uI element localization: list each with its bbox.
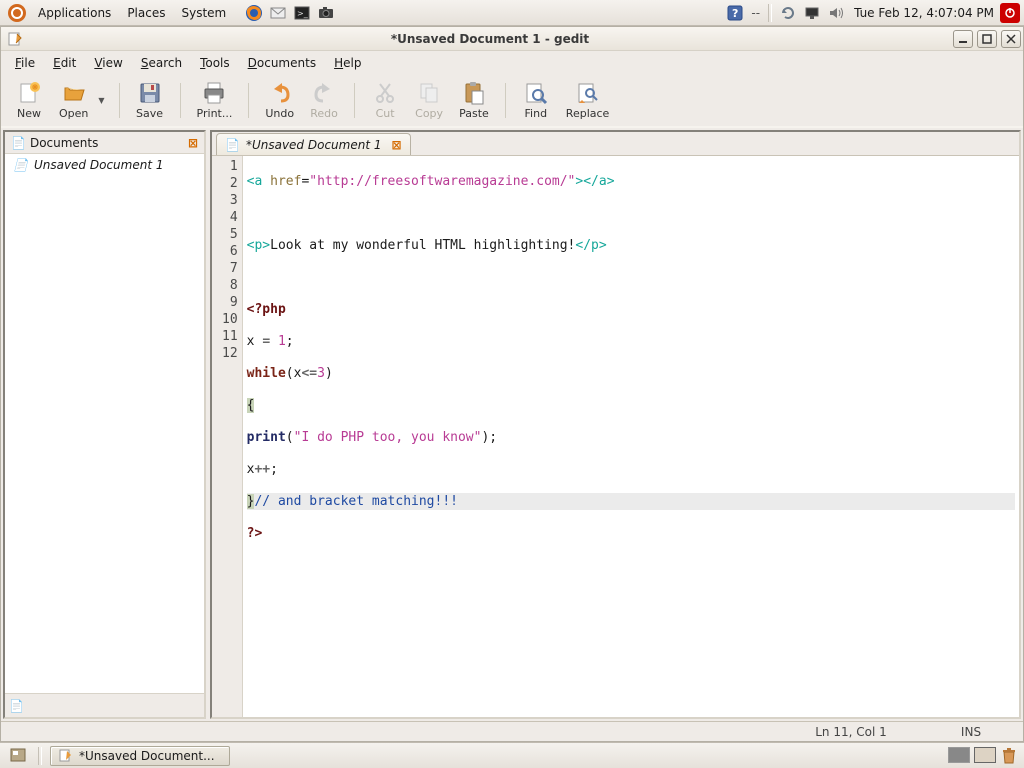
print-button[interactable]: Print...: [191, 79, 239, 122]
task-app-icon: [59, 749, 73, 763]
bottom-panel: *Unsaved Document...: [0, 742, 1024, 768]
refresh-icon[interactable]: [777, 2, 799, 24]
svg-text:?: ?: [732, 7, 738, 20]
places-menu[interactable]: Places: [119, 6, 173, 20]
line-gutter: 123 456 789 101112: [212, 156, 243, 717]
document-icon: 📄: [13, 158, 28, 172]
camera-icon[interactable]: [315, 2, 337, 24]
ubuntu-logo-icon: [8, 4, 26, 22]
workspace-2[interactable]: [974, 747, 996, 763]
power-button[interactable]: [1000, 3, 1020, 23]
paste-button[interactable]: Paste: [453, 79, 495, 122]
find-button[interactable]: Find: [516, 79, 556, 122]
document-item[interactable]: 📄 Unsaved Document 1: [5, 154, 204, 176]
firefox-icon[interactable]: [243, 2, 265, 24]
menu-search[interactable]: Search: [133, 53, 190, 73]
titlebar: *Unsaved Document 1 - gedit: [1, 27, 1023, 51]
main-area: 📄 Documents ⊠ 📄 Unsaved Document 1 📄 📄: [1, 126, 1023, 721]
editor-tab[interactable]: 📄 *Unsaved Document 1 ⊠: [216, 133, 411, 155]
insert-mode[interactable]: INS: [931, 725, 1011, 739]
help-icon[interactable]: ?: [724, 2, 746, 24]
undo-button[interactable]: Undo: [259, 79, 300, 122]
menu-view[interactable]: View: [86, 53, 130, 73]
side-panel-bottom: 📄: [5, 693, 204, 717]
volume-icon[interactable]: [825, 2, 847, 24]
side-panel: 📄 Documents ⊠ 📄 Unsaved Document 1 📄: [3, 130, 206, 719]
menu-help[interactable]: Help: [326, 53, 369, 73]
menu-edit[interactable]: Edit: [45, 53, 84, 73]
gedit-window: *Unsaved Document 1 - gedit File Edit Vi…: [0, 26, 1024, 742]
taskbar-item-gedit[interactable]: *Unsaved Document...: [50, 746, 230, 766]
trash-icon[interactable]: [1000, 747, 1018, 765]
svg-text:>_: >_: [297, 9, 309, 18]
terminal-icon[interactable]: >_: [291, 2, 313, 24]
applications-menu[interactable]: Applications: [30, 6, 119, 20]
code-editor[interactable]: 123 456 789 101112 <a href="http://frees…: [212, 156, 1019, 717]
replace-button[interactable]: Replace: [560, 79, 616, 122]
clock[interactable]: Tue Feb 12, 4:07:04 PM: [848, 6, 1000, 20]
open-button[interactable]: Open: [53, 79, 94, 122]
save-button[interactable]: Save: [130, 79, 170, 122]
statusbar: Ln 11, Col 1 INS: [1, 721, 1023, 741]
code-content[interactable]: <a href="http://freesoftwaremagazine.com…: [243, 156, 1019, 717]
window-title: *Unsaved Document 1 - gedit: [29, 32, 951, 46]
open-dropdown[interactable]: ▼: [94, 96, 108, 105]
workspace-1[interactable]: [948, 747, 970, 763]
battery-indicator: --: [747, 6, 764, 20]
close-button[interactable]: [1001, 30, 1021, 48]
top-panel: Applications Places System >_ ? -- Tue F…: [0, 0, 1024, 26]
system-menu[interactable]: System: [173, 6, 234, 20]
app-icon: [7, 31, 23, 47]
side-panel-close[interactable]: ⊠: [188, 136, 198, 150]
menu-tools[interactable]: Tools: [192, 53, 238, 73]
toolbar: New Open ▼ Save Print... Undo Redo Cut C…: [1, 75, 1023, 126]
menu-documents[interactable]: Documents: [240, 53, 324, 73]
tab-close-button[interactable]: ⊠: [391, 138, 401, 152]
task-label: *Unsaved Document...: [79, 749, 215, 763]
documents-icon: 📄: [11, 136, 26, 150]
monitor-icon[interactable]: [801, 2, 823, 24]
minimize-button[interactable]: [953, 30, 973, 48]
cursor-position: Ln 11, Col 1: [811, 725, 891, 739]
cut-button[interactable]: Cut: [365, 79, 405, 122]
document-item-label: Unsaved Document 1: [34, 158, 164, 172]
tab-title: *Unsaved Document 1: [246, 138, 382, 152]
copy-button[interactable]: Copy: [409, 79, 449, 122]
mail-icon[interactable]: [267, 2, 289, 24]
tab-doc-icon: 📄: [225, 138, 240, 152]
tab-bar: 📄 *Unsaved Document 1 ⊠: [212, 132, 1019, 156]
side-panel-title: Documents: [30, 136, 188, 150]
editor-area: 📄 *Unsaved Document 1 ⊠ 123 456 789 1011…: [210, 130, 1021, 719]
new-doc-icon[interactable]: 📄: [9, 699, 24, 713]
menu-file[interactable]: File: [7, 53, 43, 73]
maximize-button[interactable]: [977, 30, 997, 48]
documents-list: 📄 Unsaved Document 1: [5, 154, 204, 693]
new-button[interactable]: New: [9, 79, 49, 122]
menubar: File Edit View Search Tools Documents He…: [1, 51, 1023, 75]
show-desktop-icon[interactable]: [7, 745, 29, 767]
redo-button[interactable]: Redo: [304, 79, 344, 122]
